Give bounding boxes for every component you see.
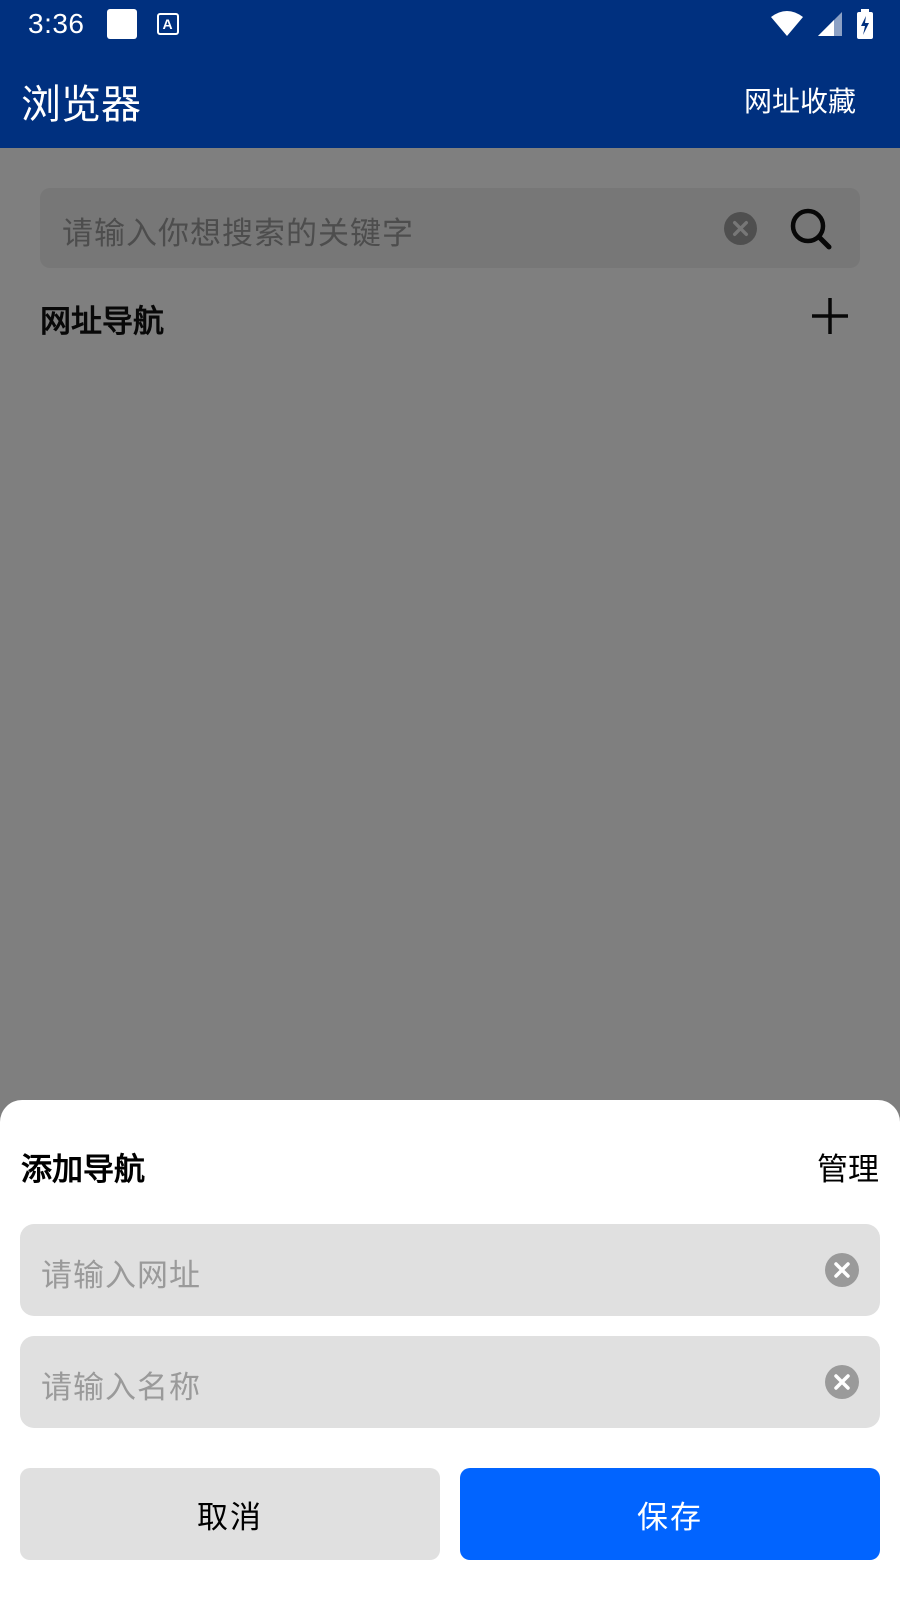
app-bar: 浏览器 网址收藏 <box>0 48 900 148</box>
add-nav-sheet: 添加导航 管理 请输入网址 请输入名称 取消 保存 <box>0 1100 900 1600</box>
manage-button[interactable]: 管理 <box>817 1144 879 1189</box>
status-icons <box>770 9 874 39</box>
notification-a-icon: A <box>156 13 179 35</box>
bookmarks-button[interactable]: 网址收藏 <box>744 80 856 120</box>
status-time: 3:36 <box>28 8 85 39</box>
cell-signal-icon <box>818 12 842 36</box>
battery-charging-icon <box>857 9 873 39</box>
sheet-title: 添加导航 <box>21 1152 145 1188</box>
url-field[interactable]: 请输入网址 <box>20 1224 880 1316</box>
clear-icon[interactable] <box>824 1364 860 1400</box>
save-button[interactable]: 保存 <box>460 1468 880 1560</box>
status-bar: 3:36 A <box>0 0 900 48</box>
url-input-placeholder: 请输入网址 <box>41 1258 201 1294</box>
notification-square-icon <box>106 9 137 39</box>
app-title: 浏览器 <box>21 82 141 128</box>
clear-icon[interactable] <box>824 1252 860 1288</box>
wifi-icon <box>771 11 803 36</box>
name-input-placeholder: 请输入名称 <box>41 1370 201 1406</box>
cancel-button[interactable]: 取消 <box>20 1468 440 1560</box>
name-field[interactable]: 请输入名称 <box>20 1336 880 1428</box>
